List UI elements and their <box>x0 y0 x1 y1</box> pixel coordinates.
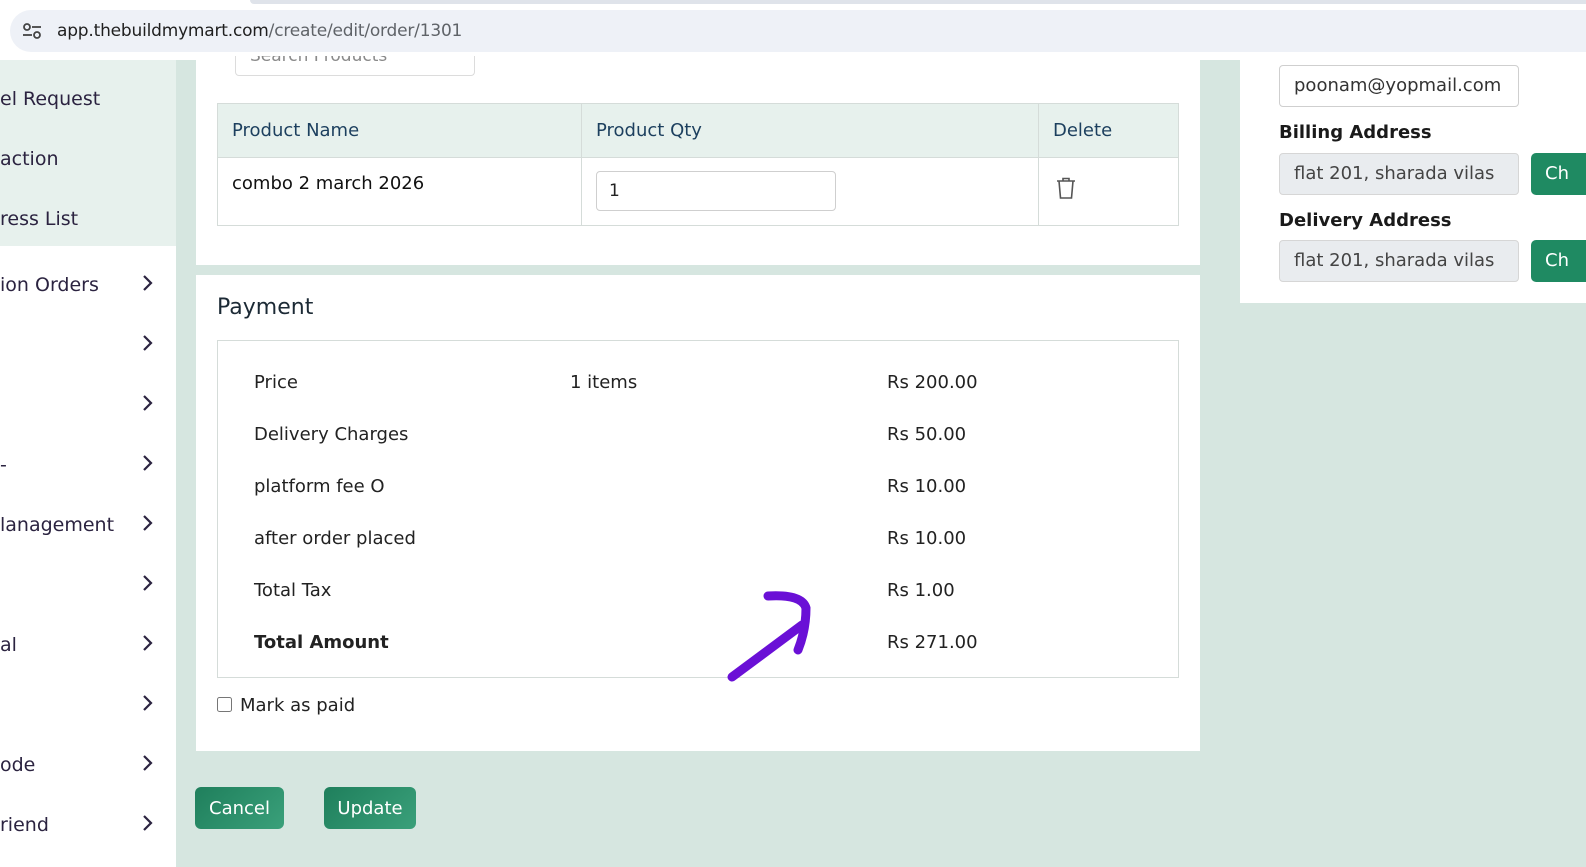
sidebar-item-label: riend <box>0 814 49 836</box>
url-host: app.thebuildmymart.com <box>57 21 269 41</box>
delete-cell <box>1038 157 1179 226</box>
cancel-button[interactable]: Cancel <box>195 787 284 829</box>
payment-row-label: platform fee O <box>254 476 385 497</box>
tab-strip-edge <box>250 0 1586 4</box>
chevron-right-icon <box>143 335 153 351</box>
billing-address-label: Billing Address <box>1279 122 1432 143</box>
sidebar-item[interactable]: ion Orders <box>0 266 176 306</box>
product-search-input[interactable]: Search Products <box>235 56 475 76</box>
sidebar-item[interactable]: al <box>0 626 176 666</box>
sidebar: el Request action ress List ion Orders - lana… <box>0 60 176 867</box>
chevron-right-icon <box>143 815 153 831</box>
product-qty-cell <box>581 157 1039 226</box>
sidebar-item-label: el Request <box>0 88 101 110</box>
chevron-right-icon <box>143 575 153 591</box>
payment-row: Total Tax Rs 1.00 <box>218 580 1178 606</box>
payment-row: Total Amount Rs 271.00 <box>218 632 1178 658</box>
change-billing-button[interactable]: Ch <box>1531 153 1586 195</box>
tune-icon[interactable] <box>22 22 42 40</box>
payment-card: Payment Price 1 items Rs 200.00 Delivery Ch… <box>196 275 1200 751</box>
payment-row-label: Delivery Charges <box>254 424 409 445</box>
payment-row: Delivery Charges Rs 50.00 <box>218 424 1178 450</box>
delivery-address-field[interactable]: flat 201, sharada vilas <box>1279 240 1519 282</box>
sidebar-item-label: action <box>0 148 59 170</box>
payment-row-amount: Rs 200.00 <box>887 372 978 393</box>
sidebar-item-label: ress List <box>0 208 79 230</box>
delivery-address-label: Delivery Address <box>1279 210 1452 231</box>
payment-row-amount: Rs 10.00 <box>887 528 967 549</box>
annotation-arrow-icon <box>727 591 811 682</box>
mark-paid-option[interactable]: Mark as paid <box>217 695 355 716</box>
payment-row-amount: Rs 10.00 <box>887 476 967 497</box>
customer-card: poonam@yopmail.com Billing Address flat … <box>1240 60 1586 303</box>
sidebar-item-label: al <box>0 634 17 656</box>
sidebar-item[interactable]: riend <box>0 806 176 846</box>
change-delivery-button[interactable]: Ch <box>1531 240 1586 282</box>
payment-row-label: Price <box>254 372 298 393</box>
payment-row: Price 1 items Rs 200.00 <box>218 372 1178 398</box>
payment-row-label: Total Tax <box>254 580 332 601</box>
header-delete: Delete <box>1038 103 1179 158</box>
chevron-right-icon <box>143 275 153 291</box>
sidebar-item[interactable]: lanagement <box>0 506 176 546</box>
chevron-right-icon <box>143 455 153 471</box>
sidebar-item[interactable]: action <box>0 140 176 180</box>
payment-summary: Price 1 items Rs 200.00 Delivery Charges Rs … <box>217 340 1179 678</box>
url-text[interactable]: app.thebuildmymart.com/create/edit/order… <box>57 21 462 41</box>
trash-icon[interactable] <box>1053 175 1079 201</box>
sidebar-item[interactable]: ode <box>0 746 176 786</box>
header-product-name: Product Name <box>217 103 582 158</box>
payment-row: platform fee O Rs 10.00 <box>218 476 1178 502</box>
sidebar-item-label: ion Orders <box>0 274 99 296</box>
sidebar-item-label: ode <box>0 754 36 776</box>
chevron-right-icon <box>143 755 153 771</box>
payment-title: Payment <box>217 295 314 320</box>
sidebar-item-label: - <box>0 454 7 476</box>
table-row: combo 2 march 2026 <box>217 157 1179 226</box>
sidebar-item[interactable] <box>0 686 176 726</box>
payment-row-amount: Rs 271.00 <box>887 632 978 653</box>
products-card: Search Products Product Name Product Qty… <box>196 56 1200 265</box>
product-name-cell: combo 2 march 2026 <box>217 157 582 226</box>
payment-row-label: after order placed <box>254 528 416 549</box>
sidebar-item[interactable] <box>0 326 176 366</box>
payment-row-amount: Rs 50.00 <box>887 424 967 445</box>
payment-row: after order placed Rs 10.00 <box>218 528 1178 554</box>
mark-paid-label: Mark as paid <box>240 695 356 716</box>
sidebar-item[interactable]: ress List <box>0 200 176 240</box>
payment-row-amount: Rs 1.00 <box>887 580 955 601</box>
chevron-right-icon <box>143 695 153 711</box>
products-table: Product Name Product Qty Delete combo 2 … <box>217 103 1179 226</box>
table-header-row: Product Name Product Qty Delete <box>217 103 1179 158</box>
payment-row-label: Total Amount <box>254 632 389 653</box>
chevron-right-icon <box>143 635 153 651</box>
sidebar-item[interactable] <box>0 386 176 426</box>
sidebar-item[interactable]: - <box>0 446 176 486</box>
mark-paid-checkbox[interactable] <box>217 697 232 712</box>
update-button[interactable]: Update <box>324 787 416 829</box>
sidebar-item[interactable] <box>0 566 176 606</box>
sidebar-item-label: lanagement <box>0 514 115 536</box>
quantity-input[interactable] <box>596 171 836 211</box>
header-product-qty: Product Qty <box>581 103 1039 158</box>
payment-row-detail: 1 items <box>570 372 638 393</box>
email-field[interactable]: poonam@yopmail.com <box>1279 65 1519 107</box>
billing-address-field[interactable]: flat 201, sharada vilas <box>1279 153 1519 195</box>
chevron-right-icon <box>143 395 153 411</box>
chevron-right-icon <box>143 515 153 531</box>
url-path: /create/edit/order/1301 <box>268 21 463 41</box>
browser-toolbar: app.thebuildmymart.com/create/edit/order… <box>0 0 1586 60</box>
sidebar-item[interactable]: el Request <box>0 80 176 120</box>
